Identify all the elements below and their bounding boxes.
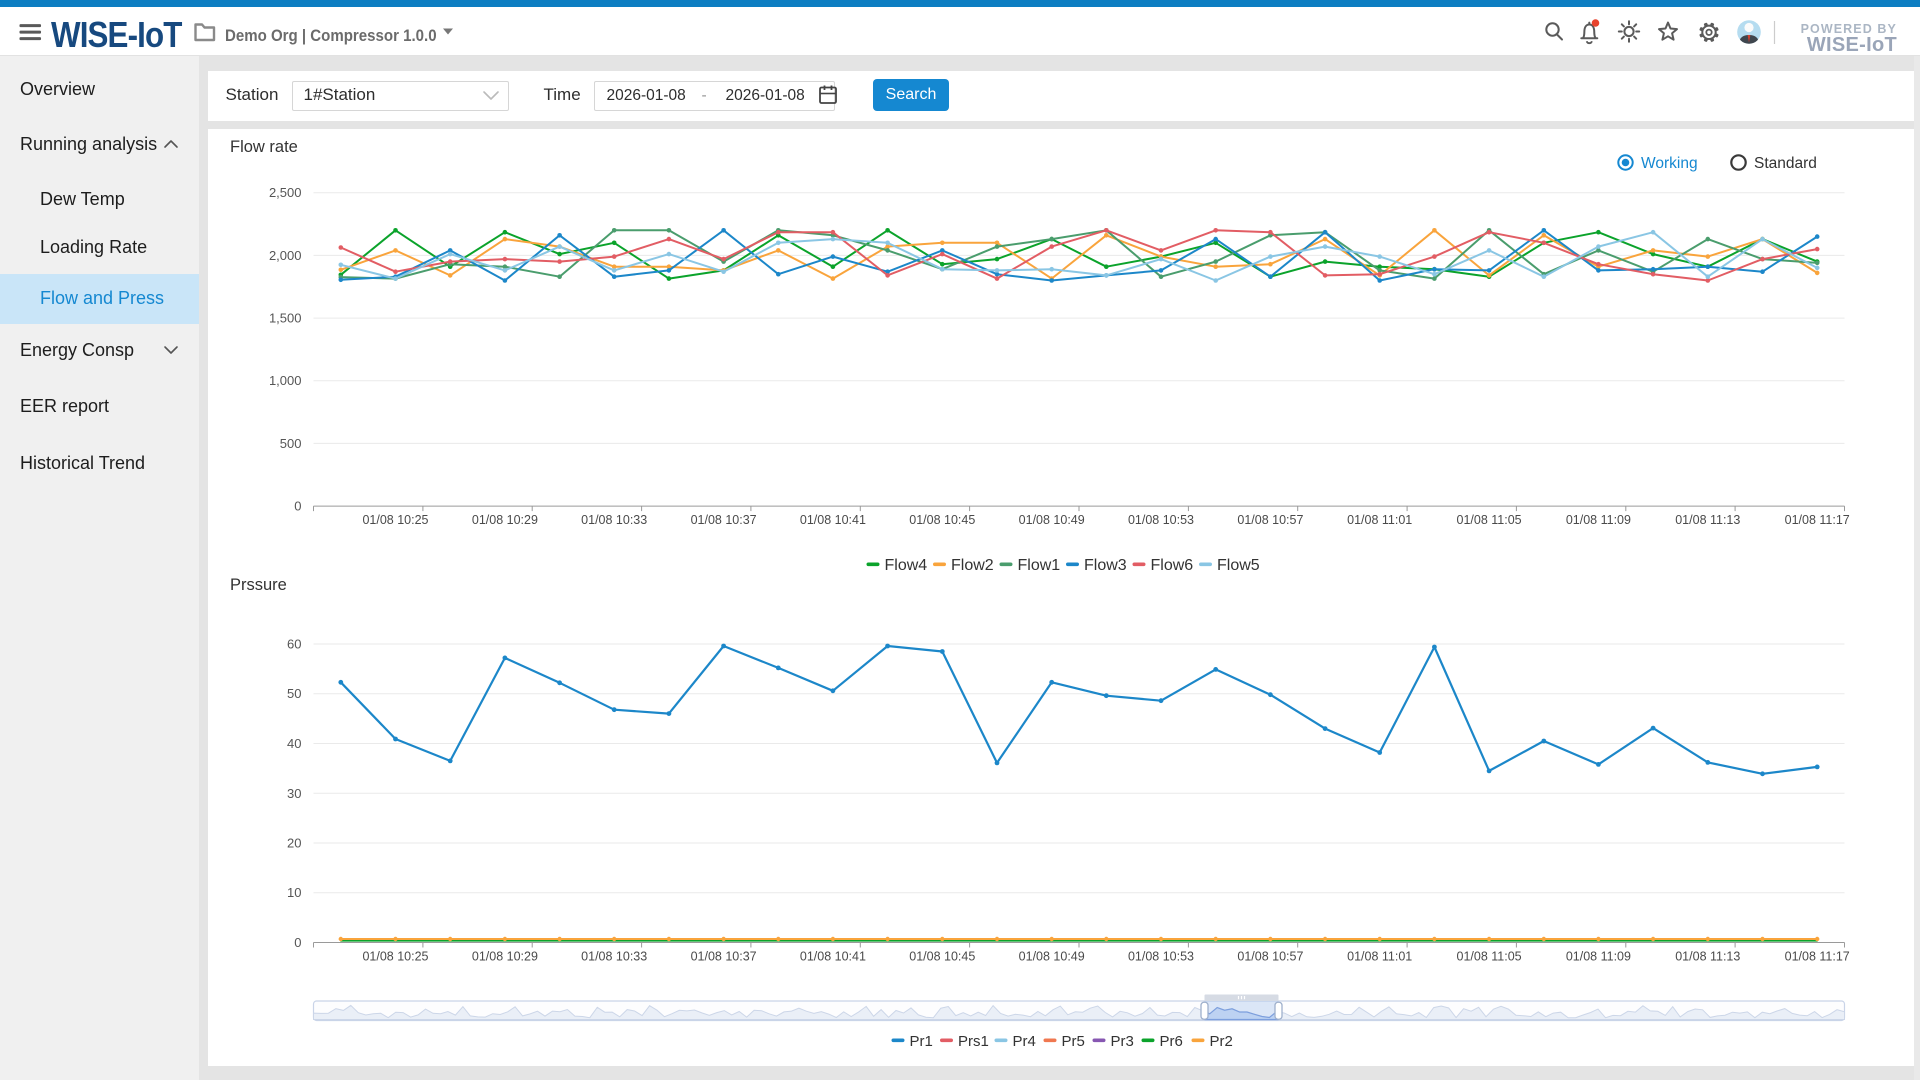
svg-text:2,500: 2,500 — [268, 185, 301, 200]
svg-text:01/08 10:37: 01/08 10:37 — [690, 513, 756, 527]
svg-text:0: 0 — [294, 499, 301, 514]
svg-text:01/08 10:45: 01/08 10:45 — [909, 950, 975, 964]
svg-text:30: 30 — [287, 786, 301, 801]
svg-text:01/08 11:09: 01/08 11:09 — [1565, 513, 1630, 527]
svg-text:01/08 11:01: 01/08 11:01 — [1347, 513, 1412, 527]
svg-text:01/08 11:09: 01/08 11:09 — [1565, 950, 1630, 964]
svg-text:01/08 10:25: 01/08 10:25 — [362, 513, 428, 527]
svg-text:1,500: 1,500 — [268, 311, 301, 326]
svg-text:01/08 11:13: 01/08 11:13 — [1675, 513, 1740, 527]
svg-text:01/08 11:17: 01/08 11:17 — [1784, 513, 1849, 527]
svg-text:01/08 10:53: 01/08 10:53 — [1127, 513, 1193, 527]
svg-text:01/08 10:33: 01/08 10:33 — [581, 950, 647, 964]
svg-text:2,000: 2,000 — [268, 248, 301, 263]
svg-text:10: 10 — [287, 885, 301, 900]
svg-text:01/08 10:57: 01/08 10:57 — [1237, 950, 1303, 964]
svg-text:500: 500 — [279, 436, 301, 451]
svg-text:Working: Working — [1641, 155, 1698, 172]
svg-text:Flow6: Flow6 — [1150, 557, 1193, 574]
svg-text:Flow rate: Flow rate — [230, 138, 298, 156]
svg-text:Pr1: Pr1 — [909, 1033, 932, 1050]
svg-text:0: 0 — [294, 935, 301, 950]
svg-text:01/08 10:49: 01/08 10:49 — [1018, 950, 1084, 964]
svg-text:01/08 10:37: 01/08 10:37 — [690, 950, 756, 964]
svg-text:01/08 10:57: 01/08 10:57 — [1237, 513, 1303, 527]
svg-text:Standard: Standard — [1754, 155, 1817, 172]
svg-text:01/08 11:17: 01/08 11:17 — [1784, 950, 1849, 964]
svg-text:01/08 10:41: 01/08 10:41 — [799, 950, 865, 964]
svg-text:60: 60 — [287, 637, 301, 652]
svg-text:50: 50 — [287, 686, 301, 701]
svg-text:01/08 10:25: 01/08 10:25 — [362, 950, 428, 964]
svg-text:01/08 10:41: 01/08 10:41 — [799, 513, 865, 527]
svg-text:Prssure: Prssure — [230, 576, 287, 594]
svg-text:Pr2: Pr2 — [1209, 1033, 1232, 1050]
svg-text:1,000: 1,000 — [268, 373, 301, 388]
svg-text:01/08 10:45: 01/08 10:45 — [909, 513, 975, 527]
svg-text:Flow1: Flow1 — [1017, 557, 1060, 574]
svg-text:Pr6: Pr6 — [1159, 1033, 1182, 1050]
svg-text:01/08 11:05: 01/08 11:05 — [1456, 513, 1521, 527]
svg-text:Prs1: Prs1 — [958, 1033, 989, 1050]
svg-text:Flow5: Flow5 — [1217, 557, 1260, 574]
svg-text:40: 40 — [287, 736, 301, 751]
svg-text:01/08 11:01: 01/08 11:01 — [1347, 950, 1412, 964]
svg-text:Pr4: Pr4 — [1012, 1033, 1035, 1050]
svg-text:Flow4: Flow4 — [884, 557, 927, 574]
svg-text:01/08 10:29: 01/08 10:29 — [471, 950, 537, 964]
svg-text:Flow2: Flow2 — [951, 557, 994, 574]
svg-text:01/08 10:33: 01/08 10:33 — [581, 513, 647, 527]
svg-text:01/08 10:49: 01/08 10:49 — [1018, 513, 1084, 527]
svg-text:Flow3: Flow3 — [1084, 557, 1127, 574]
svg-text:01/08 11:05: 01/08 11:05 — [1456, 950, 1521, 964]
svg-text:20: 20 — [287, 836, 301, 851]
svg-text:01/08 11:13: 01/08 11:13 — [1675, 950, 1740, 964]
svg-text:01/08 10:53: 01/08 10:53 — [1127, 950, 1193, 964]
svg-text:01/08 10:29: 01/08 10:29 — [471, 513, 537, 527]
svg-text:Pr3: Pr3 — [1110, 1033, 1133, 1050]
svg-text:Pr5: Pr5 — [1061, 1033, 1084, 1050]
